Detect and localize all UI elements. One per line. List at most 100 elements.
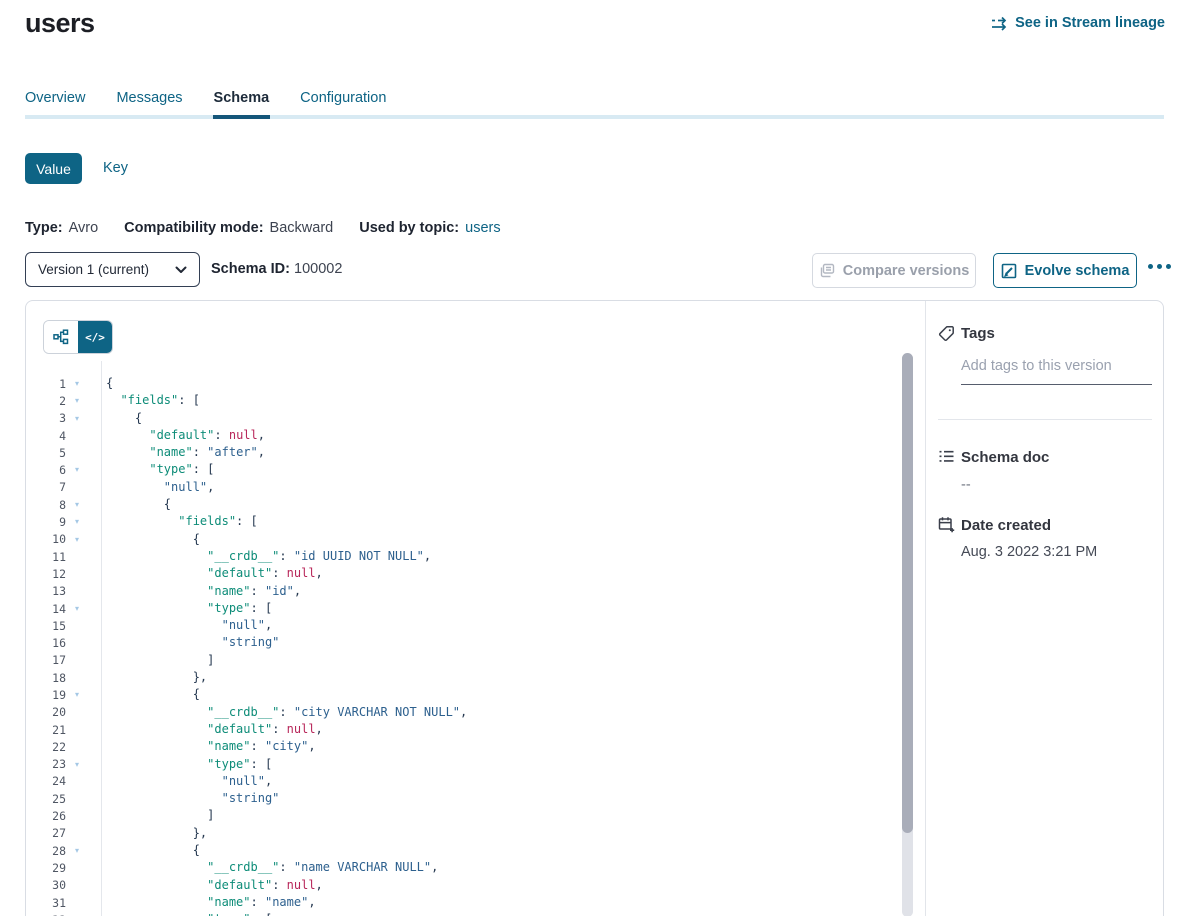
code-text: "null", bbox=[84, 773, 272, 790]
code-text: "string" bbox=[84, 634, 279, 651]
tab-schema[interactable]: Schema bbox=[214, 90, 270, 108]
line-number: 19 bbox=[26, 688, 66, 702]
tab-overview[interactable]: Overview bbox=[25, 90, 85, 108]
schema-code-editor[interactable]: 1▾{2▾ "fields": [3▾ {4 "default": null,5… bbox=[26, 375, 906, 916]
code-line: 1▾{ bbox=[26, 375, 906, 392]
compatibility-value: Backward bbox=[270, 220, 334, 236]
code-text: "fields": [ bbox=[84, 392, 200, 409]
fold-toggle-icon[interactable]: ▾ bbox=[70, 461, 84, 478]
code-line: 8▾ { bbox=[26, 496, 906, 513]
fold-toggle-icon[interactable]: ▾ bbox=[70, 392, 84, 409]
fold-toggle-icon[interactable]: ▾ bbox=[70, 911, 84, 916]
code-text: "null", bbox=[84, 617, 272, 634]
code-text: { bbox=[84, 531, 200, 548]
code-line: 25 "string" bbox=[26, 790, 906, 807]
tags-heading: Tags bbox=[961, 325, 995, 342]
line-number: 31 bbox=[26, 896, 66, 910]
tag-icon bbox=[938, 325, 955, 342]
code-text: "type": [ bbox=[84, 600, 272, 617]
evolve-schema-button[interactable]: Evolve schema bbox=[993, 253, 1137, 288]
code-line: 15 "null", bbox=[26, 617, 906, 634]
code-line: 29 "__crdb__": "name VARCHAR NULL", bbox=[26, 859, 906, 876]
code-text: "type": [ bbox=[84, 756, 272, 773]
code-text: ] bbox=[84, 652, 214, 669]
code-text: "string" bbox=[84, 790, 279, 807]
editor-scrollbar-thumb[interactable] bbox=[902, 353, 913, 833]
code-line: 13 "name": "id", bbox=[26, 583, 906, 600]
code-line: 19 ▾ { bbox=[26, 686, 906, 703]
fold-toggle-icon[interactable]: ▾ bbox=[70, 756, 84, 773]
copy-pages-icon bbox=[819, 263, 835, 279]
code-line: 7 "null", bbox=[26, 479, 906, 496]
code-line: 20 "__crdb__": "city VARCHAR NOT NULL", bbox=[26, 704, 906, 721]
fold-toggle-icon[interactable]: ▾ bbox=[70, 496, 84, 513]
code-text: "__crdb__": "city VARCHAR NOT NULL", bbox=[84, 704, 467, 721]
stream-lineage-icon bbox=[991, 16, 1008, 31]
used-by-topic-label: Used by topic: bbox=[359, 220, 459, 236]
key-toggle-link[interactable]: Key bbox=[103, 160, 128, 176]
line-number: 28 bbox=[26, 844, 66, 858]
code-text: { bbox=[84, 410, 142, 427]
schema-id: Schema ID: 100002 bbox=[211, 261, 342, 277]
code-line: 4 "default": null, bbox=[26, 427, 906, 444]
fold-toggle-icon[interactable]: ▾ bbox=[70, 686, 84, 703]
code-text: "type": [ bbox=[84, 911, 272, 916]
date-created-value: Aug. 3 2022 3:21 PM bbox=[961, 544, 1097, 560]
line-number: 24 bbox=[26, 774, 66, 788]
ellipsis-icon bbox=[1166, 264, 1171, 269]
line-number: 1 bbox=[26, 377, 66, 391]
code-text: ] bbox=[84, 807, 214, 824]
line-number: 9 bbox=[26, 515, 66, 529]
line-number: 17 bbox=[26, 653, 66, 667]
tab-messages[interactable]: Messages bbox=[116, 90, 182, 108]
code-line: 26 ] bbox=[26, 807, 906, 824]
code-text: "name": "city", bbox=[84, 738, 316, 755]
code-line: 10▾ { bbox=[26, 531, 906, 548]
code-line: 30 "default": null, bbox=[26, 877, 906, 894]
fold-toggle-icon[interactable]: ▾ bbox=[70, 531, 84, 548]
date-created-heading: Date created bbox=[961, 517, 1051, 534]
add-tags-input[interactable] bbox=[961, 356, 1152, 385]
fold-toggle-icon[interactable]: ▾ bbox=[70, 375, 84, 392]
value-toggle-button[interactable]: Value bbox=[25, 153, 82, 184]
schema-meta-row: Type: Avro Compatibility mode: Backward … bbox=[25, 220, 501, 236]
code-text: "name": "id", bbox=[84, 583, 301, 600]
code-line: 23 ▾ "type": [ bbox=[26, 756, 906, 773]
version-select[interactable]: Version 1 (current) bbox=[25, 252, 200, 287]
fold-toggle-icon[interactable]: ▾ bbox=[70, 410, 84, 427]
see-in-stream-lineage-link[interactable]: See in Stream lineage bbox=[991, 15, 1165, 31]
line-number: 5 bbox=[26, 446, 66, 460]
compare-versions-button[interactable]: Compare versions bbox=[812, 253, 976, 288]
code-line: 14 ▾ "type": [ bbox=[26, 600, 906, 617]
line-number: 21 bbox=[26, 723, 66, 737]
code-text: { bbox=[84, 686, 200, 703]
code-line: 16 "string" bbox=[26, 634, 906, 651]
code-view-button[interactable]: </> bbox=[78, 321, 112, 353]
tab-bar: Overview Messages Schema Configuration bbox=[25, 90, 386, 108]
code-text: "default": null, bbox=[84, 721, 323, 738]
code-text: "default": null, bbox=[84, 565, 323, 582]
line-number: 6 bbox=[26, 463, 66, 477]
code-line: 3▾ { bbox=[26, 410, 906, 427]
schema-doc-value: -- bbox=[961, 477, 971, 493]
ellipsis-icon bbox=[1148, 264, 1153, 269]
tab-configuration[interactable]: Configuration bbox=[300, 90, 386, 108]
code-line: 12 "default": null, bbox=[26, 565, 906, 582]
code-text: "fields": [ bbox=[84, 513, 258, 530]
calendar-plus-icon bbox=[938, 516, 955, 533]
editor-view-toggle: </> bbox=[44, 321, 112, 353]
line-number: 25 bbox=[26, 792, 66, 806]
line-number: 26 bbox=[26, 809, 66, 823]
fold-toggle-icon[interactable]: ▾ bbox=[70, 842, 84, 859]
fold-toggle-icon[interactable]: ▾ bbox=[70, 600, 84, 617]
topic-link[interactable]: users bbox=[465, 220, 500, 236]
fold-toggle-icon[interactable]: ▾ bbox=[70, 513, 84, 530]
more-options-button[interactable] bbox=[1148, 264, 1171, 269]
line-number: 14 bbox=[26, 602, 66, 616]
tree-view-button[interactable] bbox=[44, 321, 78, 353]
line-number: 16 bbox=[26, 636, 66, 650]
chevron-down-icon bbox=[175, 266, 187, 274]
line-number: 23 bbox=[26, 757, 66, 771]
code-text: "__crdb__": "name VARCHAR NULL", bbox=[84, 859, 438, 876]
code-line: 27 }, bbox=[26, 825, 906, 842]
